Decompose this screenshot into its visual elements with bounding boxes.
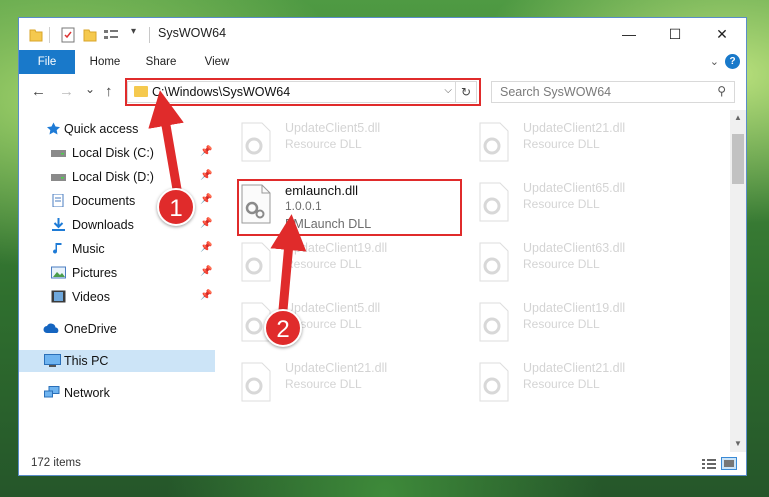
arrow-to-file xyxy=(270,214,307,315)
step-2-badge: 2 xyxy=(264,309,302,347)
step-1-badge: 1 xyxy=(157,188,195,226)
arrow-to-address-bar xyxy=(148,90,184,200)
annotation-arrows xyxy=(148,90,307,315)
